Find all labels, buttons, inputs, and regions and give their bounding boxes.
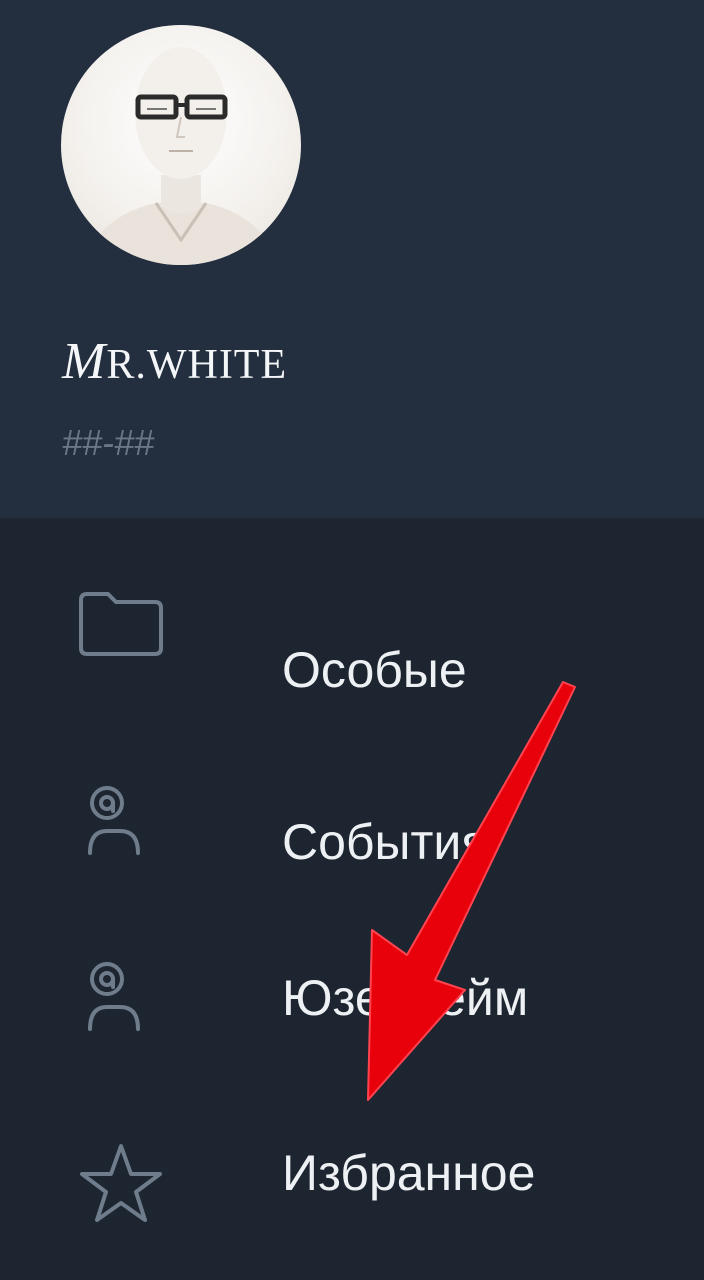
menu-item-favorites[interactable]: Избранное [0,1098,704,1248]
user-at-icon [76,961,166,1051]
menu-item-label: Юзернейм [282,970,529,1026]
menu-item-label: Особые [282,642,467,698]
profile-subtitle: ##-## [62,422,155,463]
menu-item-label: События [282,814,489,870]
folder-icon [76,588,166,678]
avatar[interactable] [61,25,301,265]
menu-item-events[interactable]: События [0,740,704,890]
menu-item-label: Избранное [282,1145,536,1201]
drawer-header: MR.WHITE ##-## [0,0,704,518]
profile-name-initial: M [62,333,107,390]
avatar-photo [81,47,281,265]
profile-name: MR.WHITE [62,332,287,391]
user-at-icon [76,785,166,875]
profile-name-rest: R.WHITE [106,342,288,388]
drawer-menu: Особые События Юзернейм Избранное [0,518,704,1280]
star-icon [76,1138,166,1228]
navigation-drawer: MR.WHITE ##-## Особые События Юзернейм И… [0,0,704,1280]
menu-item-special[interactable]: Особые [0,558,704,708]
menu-item-username[interactable]: Юзернейм [0,916,704,1066]
